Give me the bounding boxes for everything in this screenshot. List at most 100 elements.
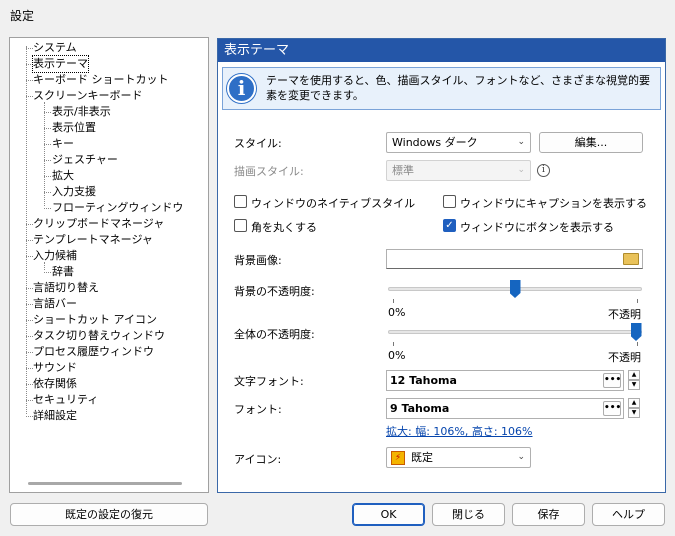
native-style-checkbox[interactable] (234, 195, 247, 208)
tree-item[interactable]: 辞書 (52, 264, 74, 280)
tree-line (26, 96, 33, 97)
tree-item[interactable]: 表示/非表示 (52, 104, 111, 120)
tree-line (26, 46, 27, 414)
window-title: 設定 (10, 9, 35, 23)
round-corners-checkbox[interactable] (234, 219, 247, 232)
tree-item[interactable]: スクリーンキーボード (33, 88, 142, 104)
text-font-spinner[interactable]: ▲ ▼ (628, 370, 640, 391)
tree-item[interactable]: 表示テーマ (32, 55, 89, 73)
tree-line (26, 320, 33, 321)
save-button[interactable]: 保存 (512, 503, 585, 526)
tree-line (26, 400, 33, 401)
tree-item[interactable]: 表示位置 (52, 120, 96, 136)
edit-button[interactable]: 編集... (539, 132, 643, 153)
tree-item[interactable]: ジェスチャー (52, 152, 118, 168)
draw-style-value: 標準 (392, 164, 414, 177)
ellipsis-icon[interactable]: ••• (603, 373, 621, 388)
info-circle-icon[interactable]: i (537, 164, 550, 177)
theme-panel: 表示テーマ i テーマを使用すると、色、描画スタイル、フォントなど、さまざまな視… (217, 38, 666, 493)
slider-tick (637, 342, 638, 346)
panel-title: 表示テーマ (218, 39, 665, 62)
tree-line (26, 256, 33, 257)
spin-down-icon[interactable]: ▼ (628, 408, 640, 418)
style-value: Windows ダーク (392, 136, 478, 149)
tree-item[interactable]: ショートカット アイコン (33, 312, 157, 328)
info-text: テーマを使用すると、色、描画スタイル、フォントなど、さまざまな視覚的要素を変更で… (266, 74, 651, 102)
icon-select[interactable]: ⚡ 既定 ⌄ (386, 447, 531, 468)
tree-line (44, 272, 51, 273)
total-opacity-max: 不透明 (608, 351, 641, 364)
zoom-link[interactable]: 拡大: 幅: 106%, 高さ: 106% (386, 423, 533, 439)
bg-image-input[interactable] (386, 249, 643, 269)
tree-item[interactable]: 言語バー (33, 296, 77, 312)
spin-down-icon[interactable]: ▼ (628, 380, 640, 390)
tree-line (44, 144, 51, 145)
chevron-down-icon: ⌄ (517, 165, 525, 175)
tree-item[interactable]: 入力候補 (33, 248, 77, 264)
font-field[interactable]: 9 Tahoma ••• (386, 398, 624, 419)
restore-defaults-button[interactable]: 既定の設定の復元 (10, 503, 208, 526)
tree-item[interactable]: 拡大 (52, 168, 74, 184)
bg-opacity-max: 不透明 (608, 308, 641, 321)
font-value: 9 Tahoma (390, 402, 450, 415)
tree-item[interactable]: テンプレートマネージャ (33, 232, 153, 248)
tree-item[interactable]: 言語切り替え (33, 280, 99, 296)
tree-item[interactable]: 依存関係 (33, 376, 77, 392)
bg-opacity-label: 背景の不透明度: (234, 285, 315, 298)
spin-up-icon[interactable]: ▲ (628, 398, 640, 408)
ellipsis-icon[interactable]: ••• (603, 401, 621, 416)
total-opacity-slider-thumb[interactable] (630, 323, 642, 341)
tree-item[interactable]: 詳細設定 (33, 408, 77, 424)
icon-label: アイコン: (234, 453, 282, 466)
tree-line (26, 80, 33, 81)
ok-button[interactable]: OK (352, 503, 425, 526)
font-spinner[interactable]: ▲ ▼ (628, 398, 640, 419)
tree-line (26, 240, 33, 241)
icon-value: 既定 (411, 451, 433, 464)
text-font-label: 文字フォント: (234, 375, 304, 388)
slider-tick (637, 299, 638, 303)
tree-item[interactable]: キー (52, 136, 74, 152)
folder-icon[interactable] (623, 253, 639, 265)
show-caption-checkbox[interactable] (443, 195, 456, 208)
total-opacity-min: 0% (388, 349, 406, 362)
tree-line (26, 224, 33, 225)
settings-tree[interactable]: システム 表示テーマ キーボード ショートカット スクリーンキーボード 表示/非表示 表示… (9, 37, 209, 493)
total-opacity-label: 全体の不透明度: (234, 328, 315, 341)
close-button[interactable]: 閉じる (432, 503, 505, 526)
tree-line (26, 304, 33, 305)
text-font-field[interactable]: 12 Tahoma ••• (386, 370, 624, 391)
tree-line (26, 64, 33, 65)
tree-item[interactable]: フローティングウィンドウ (52, 200, 183, 216)
spin-up-icon[interactable]: ▲ (628, 370, 640, 380)
tree-item[interactable]: キーボード ショートカット (33, 72, 169, 88)
bg-opacity-slider-thumb[interactable] (509, 280, 521, 298)
tree-item[interactable]: サウンド (33, 360, 77, 376)
font-label: フォント: (234, 403, 282, 416)
help-button[interactable]: ヘルプ (592, 503, 665, 526)
tree-line (26, 48, 33, 49)
bg-image-value (387, 252, 391, 265)
tree-item[interactable]: 入力支援 (52, 184, 96, 200)
tree-item[interactable]: タスク切り替えウィンドウ (33, 328, 165, 344)
tree-scrollbar[interactable] (28, 482, 182, 485)
bg-opacity-min: 0% (388, 306, 406, 319)
tree-item[interactable]: セキュリティ (33, 392, 98, 408)
chevron-down-icon: ⌄ (517, 452, 525, 462)
tree-item[interactable]: クリップボードマネージャ (33, 216, 164, 232)
text-font-value: 12 Tahoma (390, 374, 457, 387)
style-select[interactable]: Windows ダーク ⌄ (386, 132, 531, 153)
tree-line (44, 192, 51, 193)
tree-item[interactable]: システム (33, 40, 77, 56)
info-icon: i (227, 74, 256, 103)
lightning-icon: ⚡ (391, 451, 405, 465)
tree-item[interactable]: プロセス履歴ウィンドウ (33, 344, 154, 360)
show-buttons-label: ウィンドウにボタンを表示する (460, 221, 614, 234)
native-style-label: ウィンドウのネイティブスタイル (251, 197, 416, 210)
draw-style-select[interactable]: 標準 ⌄ (386, 160, 531, 181)
tree-line (26, 384, 33, 385)
total-opacity-track[interactable] (388, 330, 642, 334)
tree-line (44, 102, 45, 206)
show-buttons-checkbox[interactable]: ✓ (443, 219, 456, 232)
tree-line (26, 416, 33, 417)
